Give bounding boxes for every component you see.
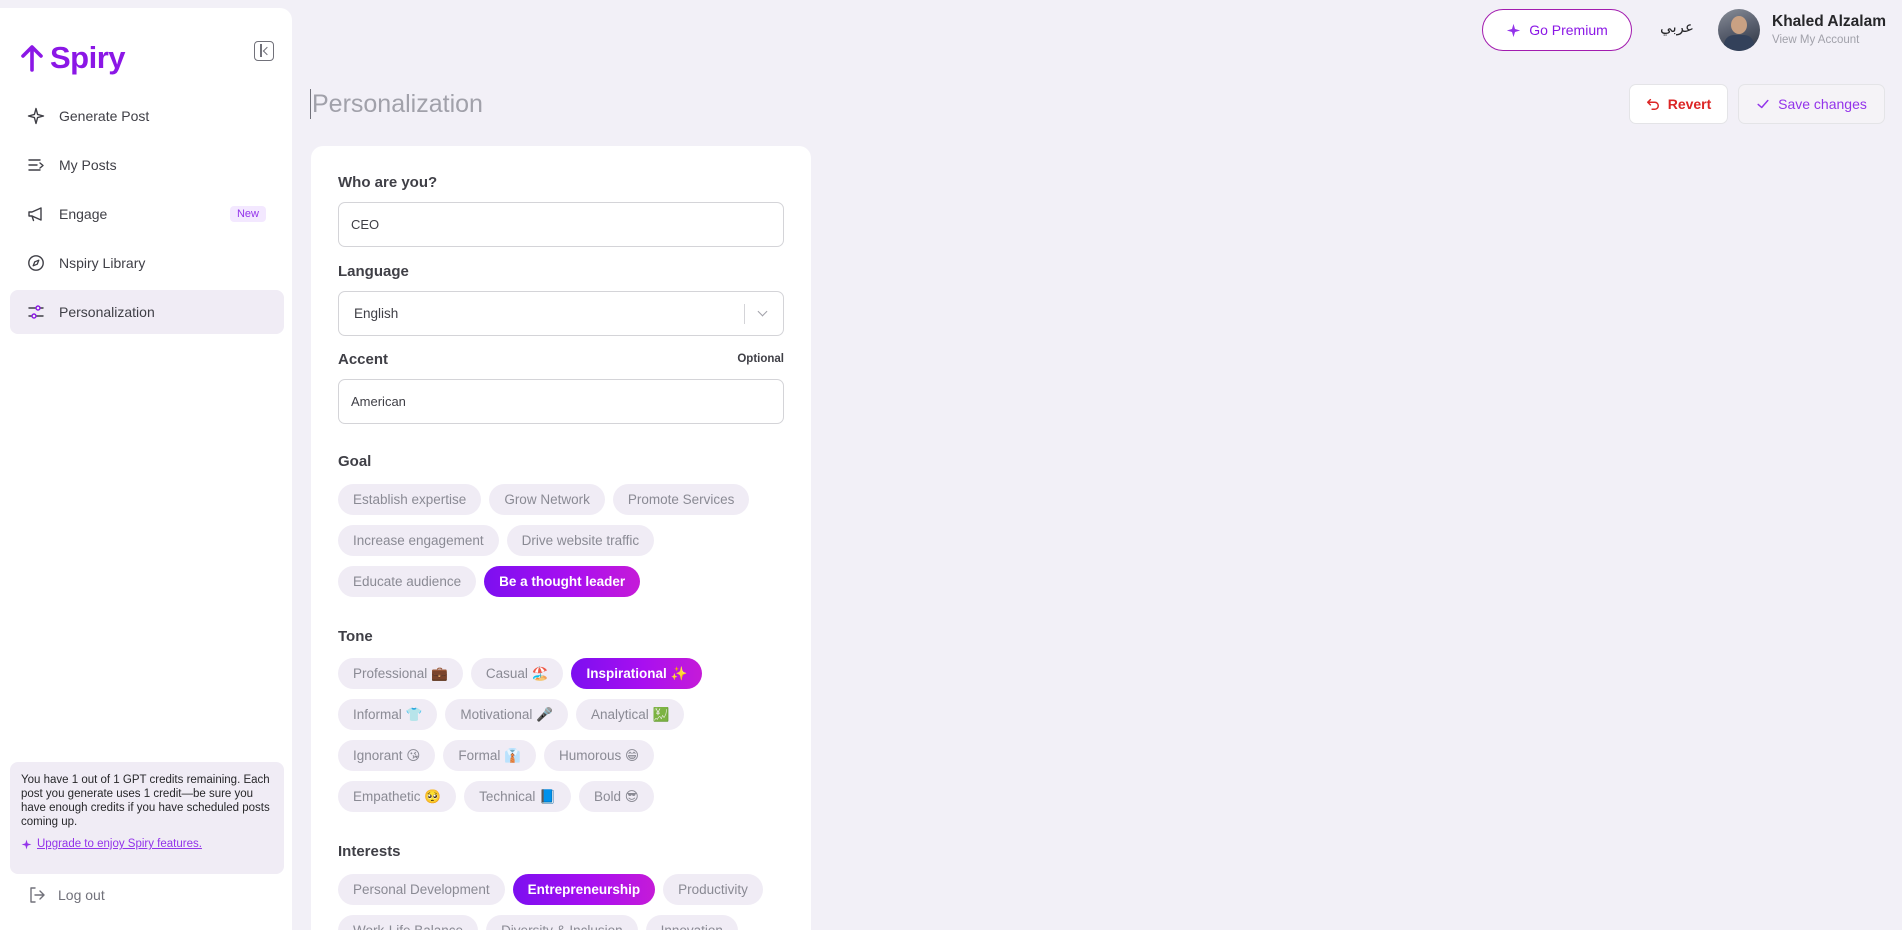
sparkle-icon [21,839,32,849]
sidebar-item-label: Generate Post [59,108,150,124]
goal-row: Increase engagement Drive website traffic [338,525,784,556]
interest-chip[interactable]: Personal Development [338,874,505,905]
sidebar-item-engage[interactable]: Engage New [10,192,284,236]
language-select[interactable]: English [338,291,784,336]
tone-chip[interactable]: Casual 🏖️ [470,658,564,689]
sliders-icon [27,303,45,321]
revert-label: Revert [1667,96,1712,112]
language-label: Language [338,263,409,280]
revert-button[interactable]: Revert [1629,84,1728,124]
logout-icon [30,887,45,903]
credits-text: You have 1 out of 1 GPT credits remainin… [21,774,270,828]
sidebar-item-my-posts[interactable]: My Posts [10,143,284,187]
collapse-sidebar-icon[interactable] [254,41,274,61]
app-logo[interactable]: Spiry [20,40,126,76]
tone-chip-selected[interactable]: Inspirational ✨ [571,658,703,689]
interest-chip-selected[interactable]: Entrepreneurship [512,874,656,905]
tone-chip[interactable]: Bold 😎 [578,781,654,812]
sidebar-item-label: Engage [59,206,108,222]
goal-row: Establish expertise Grow Network Promote S… [338,484,784,515]
goal-chip[interactable]: Promote Services [612,484,750,515]
go-premium-label: Go Premium [1529,22,1608,38]
goal-chip[interactable]: Increase engagement [338,525,499,556]
sidebar-item-personalization[interactable]: Personalization [10,290,284,334]
interest-chip[interactable]: Work-Life Balance [338,915,479,930]
tone-chip[interactable]: Analytical 💹 [575,699,685,730]
tone-row: Empathetic 🥺 Technical 📘 Bold 😎 [338,781,784,812]
sidebar-nav: Generate Post My Posts Engage New Nspiry… [10,94,284,339]
sidebar-item-generate-post[interactable]: Generate Post [10,94,284,138]
upgrade-link[interactable]: Upgrade to enjoy Spiry features. [21,837,273,851]
save-changes-label: Save changes [1778,96,1867,112]
view-account-link[interactable]: View My Account [1772,34,1859,46]
who-label: Who are you? [338,174,438,191]
personalization-card: Who are you? CEO Language English Accent… [311,146,811,930]
credits-notice: You have 1 out of 1 GPT credits remainin… [10,762,284,874]
goal-chip[interactable]: Establish expertise [338,484,482,515]
tone-chip[interactable]: Humorous 😁 [543,740,655,771]
accent-input[interactable]: American [338,379,784,424]
accent-input-value: American [351,394,406,409]
tone-chip[interactable]: Informal 👕 [338,699,438,730]
sidebar-item-label: My Posts [59,157,117,173]
new-badge: New [229,206,266,222]
arrow-up-icon [21,45,43,72]
sidebar-item-label: Personalization [59,304,155,320]
sparkle-icon [27,107,45,125]
tone-row: Ignorant 😘 Formal 👔 Humorous 😁 [338,740,784,771]
upgrade-link-label: Upgrade to enjoy Spiry features. [37,838,202,850]
sidebar-item-label: Nspiry Library [59,255,146,271]
compass-icon [27,254,45,272]
go-premium-button[interactable]: Go Premium [1482,9,1632,51]
goal-chip[interactable]: Educate audience [338,566,477,597]
interests-label: Interests [338,843,401,860]
tone-chip[interactable]: Professional 💼 [338,658,463,689]
page-title: Personalization [310,89,483,119]
megaphone-icon [27,205,45,223]
interest-chip[interactable]: Innovation [645,915,738,930]
select-separator [744,304,745,324]
logo-text: Spiry [50,40,126,75]
tone-row: Informal 👕 Motivational 🎤 Analytical 💹 [338,699,784,730]
sidebar-item-nspiry-library[interactable]: Nspiry Library [10,241,284,285]
logout-label: Log out [58,887,105,903]
interest-chip[interactable]: Diversity & Inclusion [486,915,638,930]
who-input-value: CEO [351,217,380,232]
goal-chip[interactable]: Drive website traffic [506,525,655,556]
accent-label: Accent [338,351,389,368]
list-icon [27,156,45,174]
tone-options: Professional 💼 Casual 🏖️ Inspirational ✨ In… [338,658,784,822]
interest-chip[interactable]: Productivity [663,874,763,905]
sidebar: Spiry Generate Post My Posts Engage New [0,8,292,930]
logout-button[interactable]: Log out [28,886,105,904]
goal-row: Educate audience Be a thought leader [338,566,784,597]
save-changes-button[interactable]: Save changes [1738,84,1885,124]
language-toggle[interactable]: عربي [1660,18,1694,36]
language-select-value: English [354,306,399,321]
tone-chip[interactable]: Motivational 🎤 [445,699,568,730]
optional-tag: Optional [737,353,784,365]
goal-options: Establish expertise Grow Network Promote S… [338,484,784,607]
interest-row: Work-Life Balance Diversity & Inclusion In… [338,915,784,930]
check-icon [1757,99,1769,109]
tone-chip[interactable]: Empathetic 🥺 [338,781,457,812]
goal-chip[interactable]: Grow Network [489,484,605,515]
tone-chip[interactable]: Ignorant 😘 [338,740,436,771]
tone-chip[interactable]: Technical 📘 [464,781,571,812]
tone-row: Professional 💼 Casual 🏖️ Inspirational ✨ [338,658,784,689]
sparkle-icon [1507,23,1521,37]
tone-label: Tone [338,628,373,645]
tone-chip[interactable]: Formal 👔 [443,740,536,771]
user-name: Khaled Alzalam [1772,13,1886,30]
goal-chip-selected[interactable]: Be a thought leader [484,566,641,597]
chevron-down-icon [757,306,768,317]
avatar[interactable] [1718,9,1760,51]
interest-options: Personal Development Entrepreneurship Prod… [338,874,784,930]
undo-icon [1646,98,1659,110]
interest-row: Personal Development Entrepreneurship Prod… [338,874,784,905]
goal-label: Goal [338,453,372,470]
who-input[interactable]: CEO [338,202,784,247]
